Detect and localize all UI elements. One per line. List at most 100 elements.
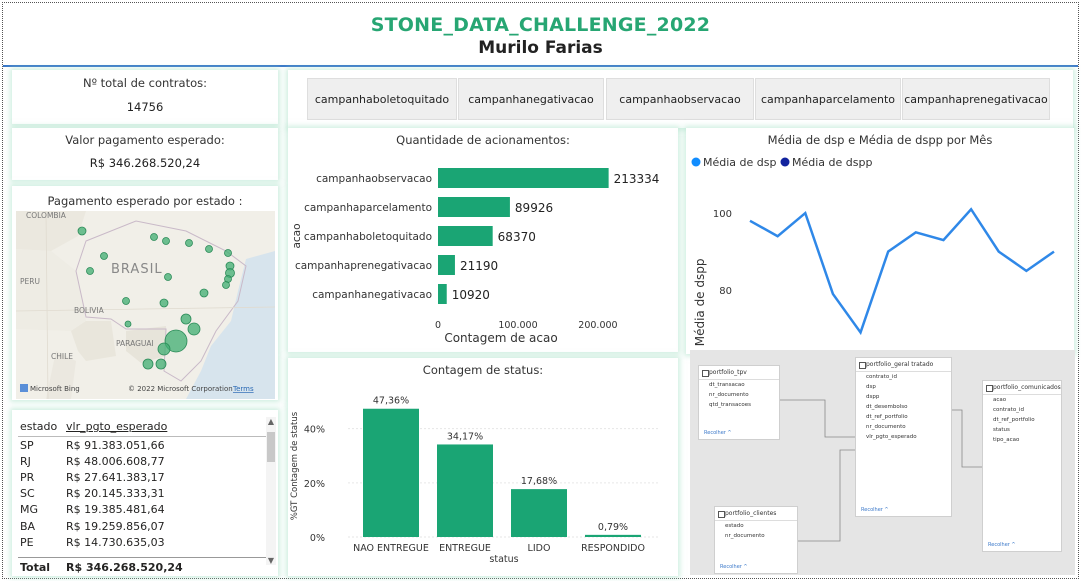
state-map[interactable]: COLOMBIA BRASIL PERU BOLIVIA PARAGUAI CH… (16, 211, 275, 399)
scroll-down-icon[interactable]: ▼ (266, 556, 276, 565)
collapse-link[interactable]: Recolher ^ (720, 564, 748, 570)
map-label-bolivia: BOLIVIA (74, 306, 105, 315)
data-label: 17,68% (521, 476, 557, 487)
map-label-peru: PERU (20, 277, 40, 286)
x-tick-label: 100.000 (498, 320, 537, 331)
category-label: LIDO (528, 543, 551, 554)
table-scrollbar[interactable]: ▲ ▼ (266, 417, 276, 565)
model-field: nr_documento (866, 424, 906, 430)
bar[interactable] (438, 168, 609, 188)
status-title: Contagem de status: (423, 363, 543, 377)
map-label-chile: CHILE (51, 352, 73, 361)
cell-estado: BA (20, 519, 36, 533)
slicer-item-campanhaparcelamento[interactable]: campanhaparcelamento (755, 78, 901, 120)
status-ylabel: %GT Contagem de status (290, 411, 300, 520)
model-field: dt_desembolso (866, 404, 908, 410)
map-bubble (162, 237, 170, 245)
bar[interactable] (437, 444, 493, 537)
bar[interactable] (438, 197, 510, 217)
y-tick-label: 0% (310, 533, 325, 544)
line-ylabel: e Média de dspp (693, 259, 707, 350)
map-bubble (157, 342, 171, 356)
acionamentos-xlabel: Contagem de acao (444, 331, 557, 345)
scroll-thumb[interactable] (267, 432, 275, 462)
table-row[interactable]: SP R$ 91.383.051,66 (18, 437, 276, 453)
cell-estado: RJ (20, 454, 31, 468)
report-subtitle: Murilo Farias (478, 38, 603, 58)
bar[interactable] (438, 255, 455, 275)
category-label: ENTREGUE (439, 543, 491, 554)
model-table[interactable]: portfolio_geral tratado contrato_id dsp dsp… (855, 357, 952, 517)
payment-label: Valor pagamento esperado: (65, 133, 225, 147)
data-label: 21190 (460, 259, 498, 273)
bar[interactable] (438, 284, 447, 304)
data-label: 47,36% (373, 396, 409, 407)
map-bubble (100, 252, 108, 260)
data-label: 0,79% (598, 522, 628, 533)
legend-dsp-label[interactable]: Média de dsp (703, 156, 776, 169)
cell-vlr: R$ 19.259.856,07 (66, 519, 165, 533)
y-tick-label: 80 (719, 286, 732, 297)
cell-vlr: R$ 14.730.635,03 (66, 535, 165, 549)
model-table[interactable]: portfolio_comunicados acao contrato_id dt_r… (982, 380, 1062, 552)
bar[interactable] (438, 226, 493, 246)
map-bubble (164, 273, 172, 281)
col-estado-header[interactable]: estado (18, 420, 66, 433)
map-bubble (159, 298, 169, 308)
table-row[interactable]: PR R$ 27.641.383,17 (18, 469, 276, 485)
series-line-dsp[interactable] (749, 207, 1055, 336)
model-field: dt_ref_portfolio (993, 417, 1035, 423)
cell-estado: SC (20, 487, 35, 501)
scroll-up-icon[interactable]: ▲ (266, 417, 276, 426)
cell-estado: PR (20, 470, 35, 484)
collapse-link[interactable]: Recolher ^ (861, 507, 889, 513)
table-row[interactable]: RJ R$ 48.006.608,77 (18, 453, 276, 469)
collapse-link[interactable]: Recolher ^ (988, 542, 1016, 548)
acionamentos-chart[interactable]: Quantidade de acionamentos: Contagem de … (288, 128, 678, 352)
table-row[interactable]: MG R$ 19.385.481,64 (18, 502, 276, 518)
collapse-link[interactable]: Recolher ^ (704, 430, 732, 436)
model-field: dt_ref_portfolio (866, 414, 908, 420)
status-xlabel: status (489, 554, 518, 565)
legend-dspp-label[interactable]: Média de dspp (792, 156, 872, 169)
state-table: estado vlr_pgto_esperado SP R$ 91.383.051… (18, 417, 276, 574)
bar[interactable] (585, 534, 641, 537)
cell-vlr: R$ 27.641.383,17 (66, 470, 165, 484)
model-table[interactable]: portfolio_tpv dt_transacao nr_documento qtd… (698, 365, 780, 440)
model-field: nr_documento (709, 392, 749, 398)
slicer-item-campanhaobservacao[interactable]: campanhaobservacao (606, 78, 754, 120)
legend-dsp-marker (691, 157, 701, 167)
data-label: 10920 (452, 288, 490, 302)
dsp-line-chart[interactable]: Média de dsp e Média de dspp por Mês Méd… (686, 128, 1074, 350)
model-table[interactable]: portfolio_clientes estado nr_documento Reco… (714, 506, 798, 574)
acionamentos-ylabel: acao (291, 223, 303, 248)
slicer-item-campanhaboletoquitado[interactable]: campanhaboletoquitado (307, 78, 457, 120)
model-table-name: portfolio_clientes (715, 507, 797, 521)
category-label: campanhaobservacao (316, 173, 432, 185)
map-bubble (150, 233, 158, 241)
table-total-row: Total R$ 346.268.520,24 (18, 557, 276, 574)
model-field: nr_documento (725, 533, 765, 539)
bar[interactable] (363, 408, 419, 537)
total-label: Total (20, 561, 51, 574)
map-label-brasil: BRASIL (111, 262, 163, 277)
status-chart[interactable]: Contagem de status: status %GT Contagem … (288, 358, 678, 576)
map-bubble (180, 313, 192, 325)
slicer-item-campanhanegativacao[interactable]: campanhanegativacao (458, 78, 604, 120)
map-title: Pagamento esperado por estado : (47, 194, 243, 208)
map-bubble (142, 358, 154, 370)
model-field: qtd_transacoes (709, 402, 752, 408)
table-row[interactable]: SC R$ 20.145.333,31 (18, 486, 276, 502)
table-row[interactable]: BA R$ 19.259.856,07 (18, 518, 276, 534)
payment-value: R$ 346.268.520,24 (89, 156, 201, 170)
slicer-item-campanhaprenegativacao[interactable]: campanhaprenegativacao (902, 78, 1050, 120)
cell-vlr: R$ 20.145.333,31 (66, 487, 165, 501)
y-tick-label: 20% (304, 479, 325, 490)
table-row[interactable]: PE R$ 14.730.635,03 (18, 534, 276, 550)
col-vlr-header[interactable]: vlr_pgto_esperado (66, 420, 167, 433)
category-label: NAO ENTREGUE (353, 543, 429, 554)
map-terms-link[interactable]: Terms (232, 385, 254, 393)
bar[interactable] (511, 489, 567, 537)
cell-vlr: R$ 48.006.608,77 (66, 454, 165, 468)
x-tick-label: 0 (435, 320, 441, 331)
